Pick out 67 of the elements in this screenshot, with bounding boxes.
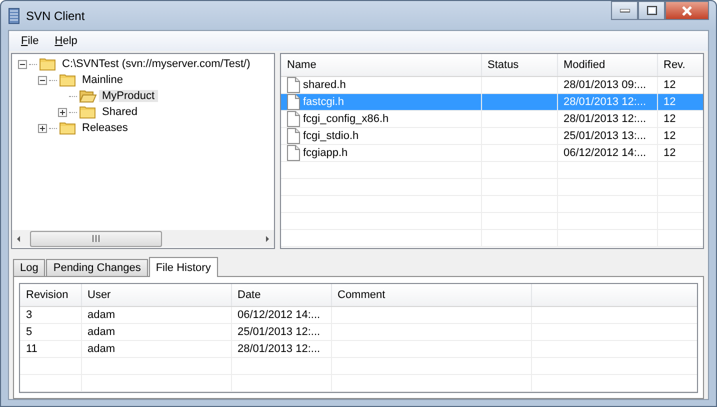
collapse-icon[interactable] <box>18 60 27 68</box>
column-header[interactable]: Rev. <box>657 54 703 76</box>
folder-icon <box>59 121 77 135</box>
file-name: fastcgi.h <box>303 96 344 108</box>
file-name: fcgiapp.h <box>303 147 348 159</box>
close-button[interactable] <box>665 1 709 20</box>
tree-item[interactable]: Releases <box>79 122 131 134</box>
table-cell: 11 <box>20 340 81 358</box>
maximize-icon <box>646 6 656 15</box>
file-icon <box>287 77 300 93</box>
tab[interactable]: Log <box>13 259 46 276</box>
file-icon <box>287 128 300 144</box>
column-header[interactable]: Modified <box>557 54 657 76</box>
column-header[interactable]: Revision <box>20 284 81 306</box>
table-cell: 12 <box>657 94 703 110</box>
table-cell: 3 <box>20 306 81 324</box>
table-cell: 28/01/2013 12:... <box>557 94 657 110</box>
expand-icon[interactable] <box>38 124 47 132</box>
table-cell: 25/01/2013 13:... <box>557 128 657 144</box>
table-cell: adam <box>81 306 231 324</box>
file-icon <box>287 145 300 161</box>
table-cell: 28/01/2013 12:... <box>557 110 657 128</box>
window-title: SVN Client <box>26 8 85 22</box>
menu-item[interactable]: File <box>13 33 47 49</box>
tree-item[interactable]: Mainline <box>79 74 126 86</box>
minimize-icon <box>620 8 630 12</box>
close-icon <box>681 6 693 16</box>
collapse-icon[interactable] <box>38 76 47 84</box>
tree-item[interactable]: Shared <box>99 106 140 118</box>
folder-icon <box>79 105 97 119</box>
folder-icon <box>39 57 57 71</box>
table-cell: 28/01/2013 12:... <box>231 340 331 358</box>
menu-item[interactable]: Help <box>46 33 86 49</box>
table-cell: 5 <box>20 324 81 340</box>
maximize-button[interactable] <box>638 1 665 20</box>
tree-item[interactable]: C:\SVNTest (svn://myserver.com/Test/) <box>59 58 254 70</box>
folder-icon <box>59 73 77 87</box>
tab[interactable]: File History <box>148 257 218 277</box>
table-cell: adam <box>81 340 231 358</box>
horizontal-scrollbar[interactable] <box>12 230 274 247</box>
file-row[interactable]: fcgiapp.h 06/12/2012 14:... 12 <box>281 144 703 162</box>
minimize-button[interactable] <box>611 1 638 20</box>
column-header[interactable]: Status <box>481 54 557 76</box>
table-cell: adam <box>81 324 231 340</box>
file-name: shared.h <box>303 79 346 91</box>
column-header[interactable]: Date <box>231 284 331 306</box>
app-icon <box>8 8 20 24</box>
column-header[interactable]: Name <box>281 54 481 76</box>
table-cell: 12 <box>657 128 703 144</box>
folder-icon <box>79 89 97 103</box>
expand-icon[interactable] <box>58 108 67 116</box>
column-header[interactable]: Comment <box>331 284 531 306</box>
file-icon <box>287 94 300 110</box>
table-cell: 25/01/2013 12:... <box>231 324 331 340</box>
table-cell: 06/12/2012 14:... <box>557 144 657 162</box>
file-row[interactable]: fcgi_config_x86.h 28/01/2013 12:... 12 <box>281 110 703 128</box>
table-cell: 12 <box>657 110 703 128</box>
file-name: fcgi_stdio.h <box>303 130 359 142</box>
grip-icon <box>92 235 100 242</box>
column-header[interactable]: User <box>81 284 231 306</box>
tree-item[interactable]: MyProduct <box>99 90 158 102</box>
table-cell: 12 <box>657 144 703 162</box>
table-cell: 06/12/2012 14:... <box>231 306 331 324</box>
file-row[interactable]: fcgi_stdio.h 25/01/2013 13:... 12 <box>281 128 703 144</box>
file-icon <box>287 111 300 127</box>
file-name: fcgi_config_x86.h <box>303 113 389 125</box>
tab[interactable]: Pending Changes <box>46 259 148 276</box>
